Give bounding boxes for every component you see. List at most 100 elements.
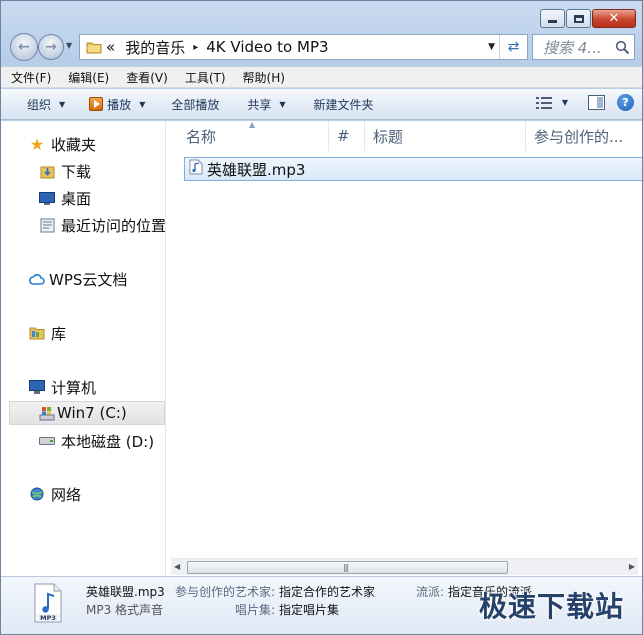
nav-favorites[interactable]: ★ 收藏夹 <box>29 132 96 156</box>
maximize-button[interactable] <box>566 9 591 28</box>
system-drive-icon <box>39 405 55 421</box>
column-header-name[interactable]: 名称 ▲ <box>167 121 329 151</box>
menu-tools[interactable]: 工具(T) <box>175 69 233 86</box>
audio-file-icon <box>189 159 203 179</box>
scroll-right-icon[interactable]: ▶ <box>629 562 635 571</box>
nav-drive-c[interactable]: Win7 (C:) <box>9 401 165 425</box>
details-artist-label: 参与创作的艺术家: <box>175 585 276 599</box>
refresh-button[interactable]: ⇄ <box>499 35 527 59</box>
details-artist-value[interactable]: 指定合作的艺术家 <box>279 583 375 600</box>
navigation-row: ← → ▼ « 我的音乐 ▸ 4K Video to MP3 ▼ ⇄ 搜索 4.… <box>1 31 642 63</box>
details-album-label: 唱片集: <box>235 603 276 617</box>
search-box[interactable]: 搜索 4... <box>532 34 635 60</box>
downloads-folder-icon <box>39 163 55 179</box>
file-list: 名称 ▲ # 标题 参与创作的... 英雄联盟.mp3 ◀ ||| ▶ <box>167 121 642 576</box>
share-button[interactable]: 共享 ▼ <box>243 96 289 113</box>
column-headers: 名称 ▲ # 标题 参与创作的... <box>167 121 642 151</box>
play-all-button[interactable]: 全部播放 <box>167 96 223 113</box>
details-genre-label: 流派: <box>416 585 445 599</box>
chevron-down-icon: ▼ <box>139 99 146 109</box>
breadcrumb-overflow[interactable]: « <box>106 38 115 56</box>
chevron-down-icon: ▼ <box>59 99 66 109</box>
hard-drive-icon <box>39 433 55 449</box>
desktop-icon <box>39 190 55 206</box>
minimize-icon <box>548 20 557 23</box>
play-button[interactable]: 播放 ▼ <box>85 96 149 113</box>
close-icon: ✕ <box>608 11 620 26</box>
mp3-label: MP3 <box>40 614 56 622</box>
column-header-artist[interactable]: 参与创作的... <box>526 121 642 151</box>
nav-recent-places[interactable]: 最近访问的位置 <box>39 213 165 237</box>
search-input[interactable]: 搜索 4... <box>533 37 611 58</box>
play-icon <box>89 97 104 111</box>
new-folder-button[interactable]: 新建文件夹 <box>310 96 378 113</box>
share-label: 共享 <box>247 97 272 112</box>
organize-button[interactable]: 组织 ▼ <box>23 96 69 113</box>
menu-bar: 文件(F) 编辑(E) 查看(V) 工具(T) 帮助(H) <box>1 66 642 88</box>
nav-favorites-label: 收藏夹 <box>51 135 97 154</box>
close-button[interactable]: ✕ <box>592 9 636 28</box>
horizontal-scrollbar[interactable]: ◀ ||| ▶ <box>171 558 638 575</box>
cloud-icon <box>29 271 45 287</box>
forward-button[interactable]: → <box>38 34 64 60</box>
column-artist-label: 参与创作的... <box>534 127 624 146</box>
nav-drive-d-label: 本地磁盘 (D:) <box>61 432 155 451</box>
address-dropdown-icon[interactable]: ▼ <box>488 42 495 52</box>
back-button[interactable]: ← <box>10 33 38 61</box>
maximize-icon <box>573 14 584 23</box>
menu-file[interactable]: 文件(F) <box>1 69 58 86</box>
grip-icon: ||| <box>343 563 349 572</box>
nav-desktop[interactable]: 桌面 <box>39 186 91 210</box>
history-dropdown-icon[interactable]: ▼ <box>66 41 72 50</box>
menu-edit[interactable]: 编辑(E) <box>58 69 116 86</box>
scroll-left-icon[interactable]: ◀ <box>174 562 180 571</box>
nav-desktop-label: 桌面 <box>61 189 92 208</box>
column-title-label: 标题 <box>373 127 404 146</box>
column-number-label: # <box>337 127 350 145</box>
network-icon <box>29 486 45 502</box>
column-header-title[interactable]: 标题 <box>365 121 526 151</box>
search-icon <box>615 40 630 55</box>
explorer-window: ✕ ← → ▼ « 我的音乐 ▸ 4K Video to MP3 ▼ ⇄ 搜索 … <box>0 0 643 635</box>
breadcrumb-separator[interactable]: ▸ <box>193 42 198 53</box>
nav-downloads[interactable]: 下载 <box>39 159 91 183</box>
library-icon <box>29 325 45 341</box>
nav-network-label: 网络 <box>51 485 82 504</box>
caption-buttons: ✕ <box>539 9 636 28</box>
nav-drive-d[interactable]: 本地磁盘 (D:) <box>39 429 154 453</box>
preview-pane-icon[interactable] <box>588 95 605 110</box>
nav-network[interactable]: 网络 <box>29 482 81 506</box>
recent-places-icon <box>39 217 55 233</box>
nav-drive-c-label: Win7 (C:) <box>57 404 127 422</box>
mp3-file-icon: MP3 <box>34 583 62 623</box>
scrollbar-thumb[interactable]: ||| <box>187 561 508 574</box>
menu-help[interactable]: 帮助(H) <box>233 69 292 86</box>
breadcrumb-current-folder[interactable]: 4K Video to MP3 <box>206 38 328 56</box>
nav-libraries-label: 库 <box>51 324 67 343</box>
breadcrumb-my-music[interactable]: 我的音乐 <box>125 37 185 58</box>
file-row[interactable]: 英雄联盟.mp3 <box>184 157 642 181</box>
play-label: 播放 <box>107 97 132 112</box>
view-dropdown-icon[interactable]: ▼ <box>562 98 568 107</box>
view-options-icon[interactable] <box>535 96 552 109</box>
details-pane: MP3 英雄联盟.mp3 MP3 格式声音 参与创作的艺术家: 指定合作的艺术家… <box>1 576 642 634</box>
address-bar[interactable]: « 我的音乐 ▸ 4K Video to MP3 ▼ ⇄ <box>79 34 528 60</box>
column-header-number[interactable]: # <box>329 121 365 151</box>
details-album-value[interactable]: 指定唱片集 <box>279 601 339 618</box>
column-name-label: 名称 <box>186 127 217 146</box>
nav-computer[interactable]: 计算机 <box>29 375 96 399</box>
nav-wps-label: WPS云文档 <box>49 270 128 289</box>
main-panes: ★ 收藏夹 下载 桌面 最近访问的位置 WPS云文档 库 计算机 Win7 (C… <box>1 121 642 576</box>
minimize-button[interactable] <box>540 9 565 28</box>
sort-ascending-icon: ▲ <box>249 121 256 129</box>
play-all-label: 全部播放 <box>171 97 220 112</box>
computer-icon <box>29 379 45 395</box>
help-icon[interactable]: ? <box>617 94 634 111</box>
details-file-type: MP3 格式声音 <box>86 603 164 617</box>
menu-view[interactable]: 查看(V) <box>116 69 175 86</box>
watermark: 极速下载站 <box>478 590 624 623</box>
nav-libraries[interactable]: 库 <box>29 321 66 345</box>
nav-wps-cloud[interactable]: WPS云文档 <box>29 267 127 291</box>
folder-icon <box>86 42 102 53</box>
nav-downloads-label: 下载 <box>61 162 92 181</box>
